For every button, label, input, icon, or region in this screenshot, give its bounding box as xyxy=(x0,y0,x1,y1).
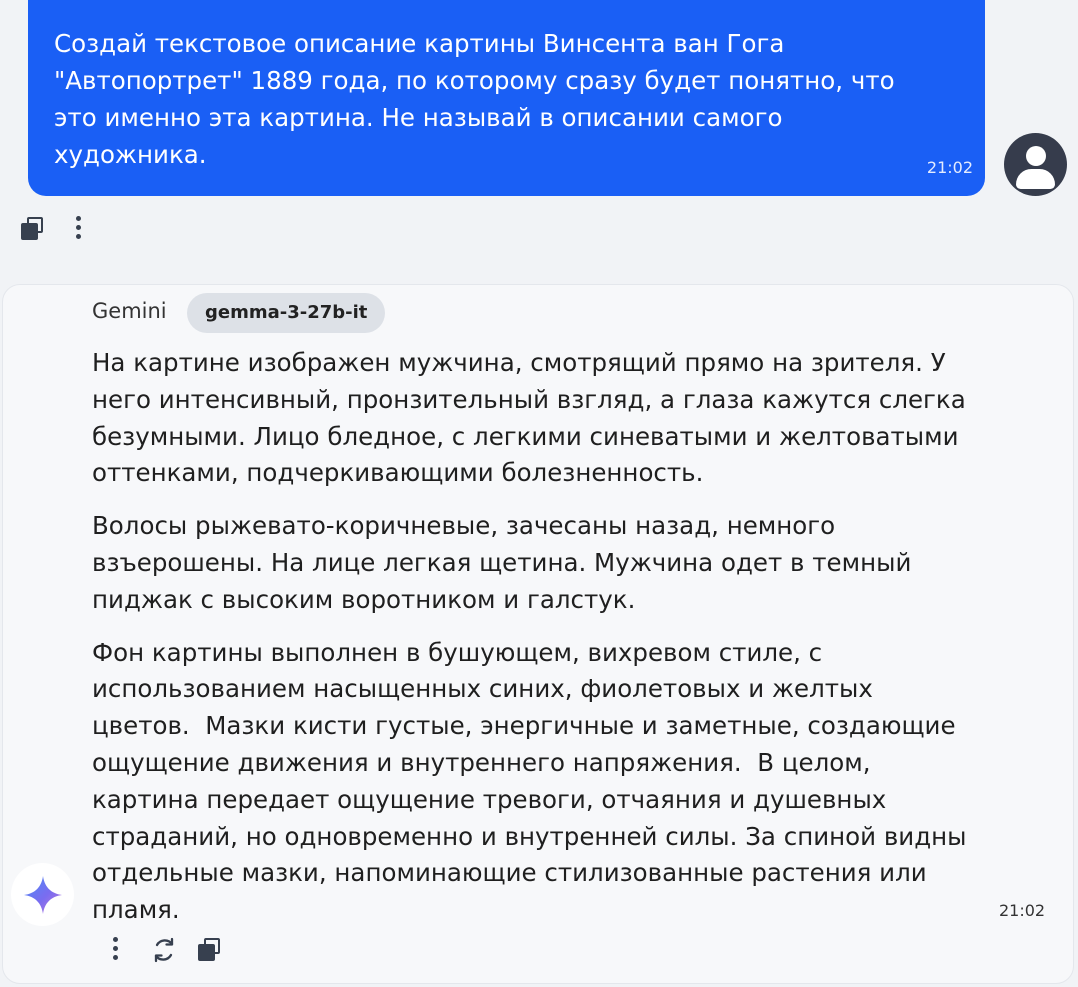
assistant-paragraph: На картине изображен мужчина, смотрящий … xyxy=(92,348,966,488)
more-vertical-icon[interactable] xyxy=(64,212,94,244)
refresh-icon[interactable] xyxy=(149,935,179,965)
assistant-message-text: На картине изображен мужчина, смотрящий … xyxy=(92,345,997,945)
gemini-avatar-icon xyxy=(11,863,74,926)
more-vertical-icon[interactable] xyxy=(101,933,131,965)
assistant-message-card: Gemini gemma-3-27b-it На картине изображ… xyxy=(2,284,1074,984)
model-badge[interactable]: gemma-3-27b-it xyxy=(187,293,386,333)
user-avatar-icon xyxy=(1004,133,1067,196)
chat-page: Создай текстовое описание картины Винсен… xyxy=(0,0,1078,987)
user-message-text: Создай текстовое описание картины Винсен… xyxy=(54,29,895,169)
user-message-bubble: Создай текстовое описание картины Винсен… xyxy=(28,0,985,196)
assistant-message-time: 21:02 xyxy=(999,901,1046,920)
assistant-paragraph: Фон картины выполнен в бушующем, вихрево… xyxy=(92,637,967,925)
copy-icon[interactable] xyxy=(20,212,50,244)
assistant-name: Gemini xyxy=(92,299,167,323)
copy-icon[interactable] xyxy=(197,933,227,965)
user-message-time: 21:02 xyxy=(926,158,973,177)
assistant-paragraph: Волосы рыжевато-коричневые, зачесаны наз… xyxy=(92,511,912,614)
